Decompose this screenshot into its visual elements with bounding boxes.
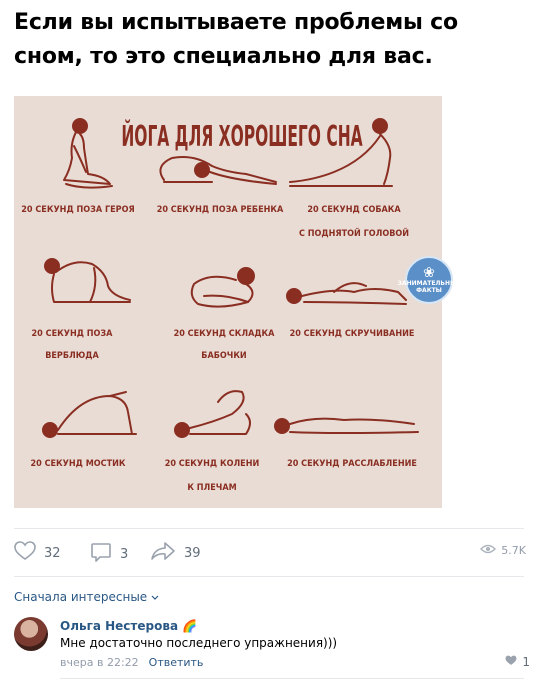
child-pose-figure <box>159 156 277 185</box>
comment-like-button[interactable]: 1 <box>505 655 530 669</box>
caption-camel-2: ВЕРБЛЮДА <box>45 351 99 361</box>
comment-text: Мне достаточно последнего упражнения))) <box>60 636 338 650</box>
yoga-poster-art: ЙОГА ДЛЯ ХОРОШЕГО СНА 20 СЕКУНД ПОЗА ГЕР… <box>21 118 419 493</box>
caption-cobra-2: С ПОДНЯТОЙ ГОЛОВОЙ <box>299 227 409 239</box>
heart-icon <box>505 655 517 669</box>
comment-count: 3 <box>120 546 129 562</box>
views-count: 5.7K <box>501 544 526 557</box>
caption-bridge: 20 СЕКУНД МОСТИК <box>30 459 125 469</box>
yoga-poster-image[interactable]: ЙОГА ДЛЯ ХОРОШЕГО СНА 20 СЕКУНД ПОЗА ГЕР… <box>14 96 442 508</box>
caption-butterfly-1: 20 СЕКУНД СКЛАДКА <box>174 329 276 339</box>
views-counter: 5.7K <box>480 544 526 557</box>
comment-icon <box>90 541 112 567</box>
caption-butterfly-2: БАБОЧКИ <box>201 351 247 361</box>
actions-divider-bottom <box>14 576 524 577</box>
facts-badge-logo: ❀ ЗАНИМАТЕЛЬНЫЕ ФАКТЫ <box>398 256 460 304</box>
comments-sort-dropdown[interactable]: Сначала интересные <box>14 590 159 604</box>
camel-pose-figure <box>44 258 131 303</box>
butterfly-pose-figure <box>190 267 255 308</box>
caption-camel-1: 20 СЕКУНД ПОЗА <box>32 329 114 339</box>
reply-button[interactable]: Ответить <box>149 656 204 669</box>
knees-to-shoulders-figure <box>174 390 251 438</box>
eye-icon <box>480 544 497 557</box>
like-button[interactable]: 32 <box>14 541 61 565</box>
poster-heading: ЙОГА ДЛЯ ХОРОШЕГО СНА <box>121 119 363 153</box>
caption-relax: 20 СЕКУНД РАССЛАБЛЕНИЕ <box>287 459 417 469</box>
relaxation-pose-figure <box>274 417 419 434</box>
share-count: 39 <box>184 545 201 561</box>
post-title: Если вы испытываете проблемы со сном, то… <box>14 10 458 69</box>
comment-author[interactable]: Ольга Нестерова 🌈 <box>60 619 197 633</box>
caption-hero: 20 СЕКУНД ПОЗА ГЕРОЯ <box>21 205 134 215</box>
tree-icon: ❀ <box>423 265 435 281</box>
share-button[interactable]: 39 <box>150 541 201 565</box>
hero-pose-figure <box>63 118 113 189</box>
rainbow-badge-icon: 🌈 <box>182 619 198 633</box>
heart-icon <box>14 541 36 565</box>
comment-button[interactable]: 3 <box>90 541 128 567</box>
caption-knees-1: 20 СЕКУНД КОЛЕНИ <box>165 459 260 469</box>
caption-child: 20 СЕКУНД ПОЗА РЕБЕНКА <box>157 205 284 215</box>
bridge-pose-figure <box>42 391 137 438</box>
comment-meta: вчера в 22:22 Ответить <box>60 656 203 669</box>
share-arrow-icon <box>150 541 176 565</box>
comment-avatar[interactable] <box>14 617 48 651</box>
caption-cobra-1: 20 СЕКУНД СОБАКА <box>307 205 401 215</box>
supine-twist-figure <box>286 282 407 305</box>
caption-twist: 20 СЕКУНД СКРУЧИВАНИЕ <box>290 329 415 339</box>
chevron-down-icon <box>151 590 159 604</box>
like-count: 32 <box>44 545 61 561</box>
sort-label: Сначала интересные <box>14 590 148 604</box>
actions-divider-top <box>14 528 524 529</box>
caption-knees-2: К ПЛЕЧАМ <box>187 483 236 493</box>
comment-divider <box>60 678 524 679</box>
comment-time[interactable]: вчера в 22:22 <box>60 656 139 669</box>
comment-like-count: 1 <box>522 655 530 669</box>
